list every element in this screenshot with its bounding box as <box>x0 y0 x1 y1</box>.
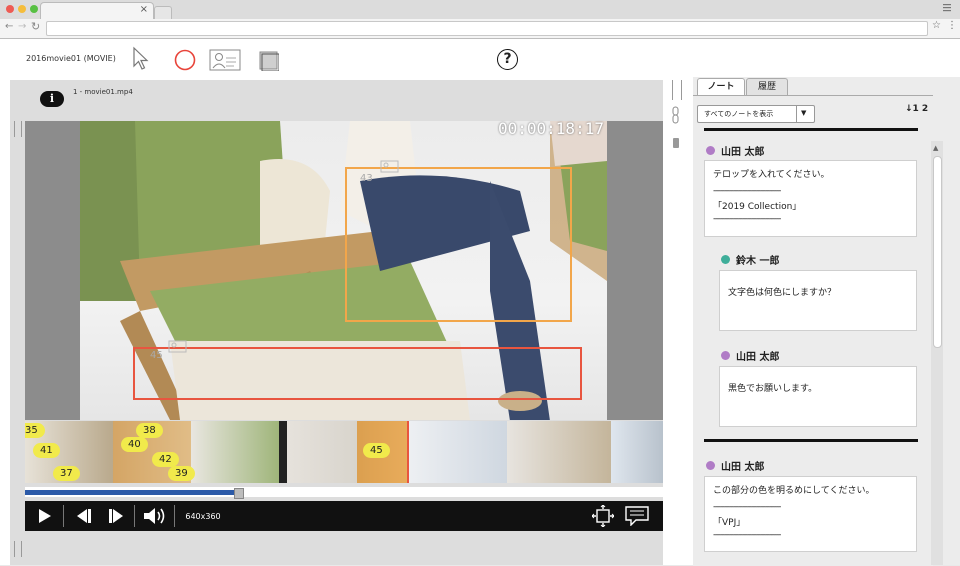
timeline-thumbnail <box>507 421 611 483</box>
browser-menu-icon[interactable]: ⋮ <box>947 20 957 31</box>
timeline-marker[interactable]: 41 <box>33 443 60 458</box>
timeline-thumbnail <box>287 421 357 483</box>
resolution-label: 640x360 <box>185 511 221 521</box>
note-card[interactable]: テロップを入れてください。 --------------------------… <box>704 160 917 237</box>
annotation-label: 45 <box>150 350 163 361</box>
timecode: 00:00:18:17 <box>498 119 604 138</box>
note-author: 山田 太郎 <box>721 348 779 363</box>
step-forward-icon[interactable] <box>101 501 133 531</box>
ellipse-tool-icon[interactable] <box>174 49 196 74</box>
maximize-window-icon[interactable] <box>30 5 38 13</box>
info-icon[interactable]: i <box>40 91 64 107</box>
sort-icon[interactable]: ↓1 2 <box>905 104 928 114</box>
note-author: 山田 太郎 <box>706 143 764 158</box>
play-icon[interactable] <box>25 501 63 531</box>
author-name: 山田 太郎 <box>721 462 765 473</box>
divider <box>174 505 175 527</box>
player-controls: 640x360 <box>25 501 663 531</box>
timeline-marker[interactable]: 45 <box>363 443 390 458</box>
note-text: 黒色でお願いします。 <box>728 384 818 394</box>
image-note-tool-icon[interactable] <box>209 49 241 74</box>
annotation-box-43[interactable]: 43 <box>345 167 572 322</box>
annotation-box-45[interactable]: 45 <box>133 347 582 400</box>
note-separator <box>704 439 918 442</box>
author-name: 山田 太郎 <box>721 147 765 158</box>
step-back-icon[interactable] <box>65 501 101 531</box>
timeline-marker[interactable]: 38 <box>136 423 163 438</box>
project-title: 2016movie01 (MOVIE) <box>26 54 116 63</box>
image-note-marker-icon[interactable] <box>380 160 400 177</box>
minimize-window-icon[interactable] <box>18 5 26 13</box>
browser-tab[interactable]: × <box>40 2 154 20</box>
divider <box>796 106 797 122</box>
divider <box>134 505 135 527</box>
fit-screen-icon[interactable] <box>590 501 616 531</box>
timeline-thumbnail <box>407 421 507 483</box>
timeline-marker[interactable]: 35 <box>25 423 45 438</box>
note-filter-select[interactable]: すべてのノートを表示 ▼ <box>697 105 815 123</box>
lock-icon[interactable] <box>673 138 679 148</box>
filter-value: すべてのノートを表示 <box>704 110 774 118</box>
note-author: 鈴木 一郎 <box>721 252 779 267</box>
scrollbar-thumb[interactable] <box>933 156 942 348</box>
bookmark-star-icon[interactable]: ☆ <box>932 20 941 31</box>
note-card[interactable]: 黒色でお願いします。 <box>719 366 917 427</box>
scroll-up-icon[interactable]: ▲ <box>933 144 938 152</box>
back-icon[interactable]: ← <box>5 21 13 32</box>
note-text: ------------------------------ <box>713 214 781 224</box>
author-color-dot <box>706 461 715 470</box>
timeline-marker[interactable]: 42 <box>152 452 179 467</box>
note-text: 「VPJ」 <box>713 518 746 528</box>
author-name: 鈴木 一郎 <box>736 256 780 267</box>
timeline-marker[interactable]: 40 <box>121 437 148 452</box>
close-window-icon[interactable] <box>6 5 14 13</box>
panel-splitter-handle[interactable] <box>672 80 682 100</box>
forward-icon[interactable]: → <box>18 21 26 32</box>
annotation-label: 43 <box>360 173 373 184</box>
resize-handle-left-icon[interactable] <box>14 121 22 137</box>
note-text: ------------------------------ <box>713 502 781 512</box>
resize-handle-left-icon[interactable] <box>14 541 22 557</box>
note-separator <box>704 128 918 131</box>
timeline-strip[interactable]: 35 38 40 41 42 37 39 45 <box>25 421 663 483</box>
divider <box>63 505 64 527</box>
tab-notes[interactable]: ノート <box>697 78 745 96</box>
link-icon[interactable] <box>671 106 681 127</box>
timeline-thumbnail <box>611 421 663 483</box>
note-text: ------------------------------ <box>713 530 781 540</box>
chevron-down-icon: ▼ <box>801 109 807 117</box>
timeline-thumbnail <box>191 421 279 483</box>
seek-handle[interactable] <box>233 488 244 499</box>
author-color-dot <box>721 255 730 264</box>
close-tab-icon[interactable]: × <box>140 4 148 15</box>
timeline-marker[interactable]: 37 <box>53 466 80 481</box>
seek-progress <box>25 490 236 495</box>
seek-bar[interactable] <box>25 487 663 499</box>
note-text: ------------------------------ <box>713 186 781 196</box>
timeline-thumbnail <box>279 421 287 483</box>
image-note-marker-icon[interactable] <box>168 340 188 357</box>
author-name: 山田 太郎 <box>736 352 780 363</box>
new-tab-button[interactable] <box>154 6 172 19</box>
comment-icon[interactable] <box>622 501 652 531</box>
timeline-marker[interactable]: 39 <box>168 466 195 481</box>
author-color-dot <box>706 146 715 155</box>
volume-icon[interactable] <box>137 501 173 531</box>
file-label: 1 - movie01.mp4 <box>73 88 133 96</box>
rectangle-tool-icon[interactable] <box>259 51 280 74</box>
help-button[interactable]: ? <box>497 49 518 70</box>
pointer-tool-icon[interactable] <box>132 46 150 73</box>
url-input[interactable] <box>46 21 928 36</box>
note-card[interactable]: 文字色は何色にしますか？ <box>719 270 917 331</box>
note-author: 山田 太郎 <box>706 458 764 473</box>
tab-history[interactable]: 履歴 <box>746 78 788 96</box>
reload-icon[interactable]: ↻ <box>31 20 40 33</box>
note-text: この部分の色を明るめにしてください。 <box>713 486 875 496</box>
note-card[interactable]: この部分の色を明るめにしてください。 ---------------------… <box>704 476 917 552</box>
note-text: 「2019 Collection」 <box>713 202 802 212</box>
note-text: テロップを入れてください。 <box>713 170 830 180</box>
note-text: 文字色は何色にしますか？ <box>728 288 837 298</box>
profile-icon[interactable] <box>940 3 954 13</box>
author-color-dot <box>721 351 730 360</box>
